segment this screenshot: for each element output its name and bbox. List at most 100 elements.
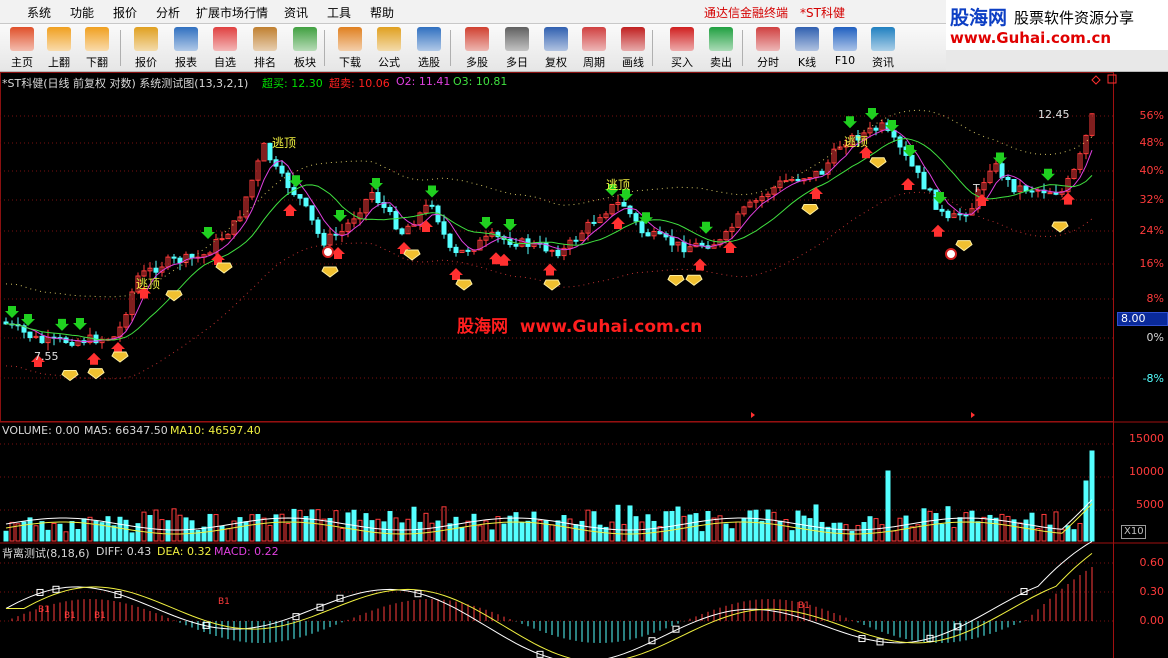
toolbar-separator	[324, 30, 325, 66]
menu-function[interactable]: 功能	[70, 4, 94, 21]
volume-bar	[339, 528, 345, 542]
volume-bar	[1071, 529, 1077, 542]
toolbar-button-label: 报表	[175, 56, 197, 69]
report-icon	[174, 27, 198, 51]
toolbar-button-label: 主页	[11, 56, 33, 69]
volume-bar	[249, 514, 255, 542]
volume-bar	[621, 523, 627, 542]
toolbar-button-label: 下翻	[86, 56, 108, 69]
volume-bar	[969, 510, 975, 542]
candle-body	[441, 221, 447, 235]
candle-body	[1011, 178, 1017, 193]
candle-body	[321, 232, 327, 246]
toolbar-button[interactable]: 卖出	[702, 26, 740, 70]
buy-arrow-icon	[809, 187, 823, 199]
tdx-terminal-window: 系统 功能 报价 分析 扩展市场行情 资讯 工具 帮助 通达信金融终端 *ST科…	[0, 0, 1168, 658]
gold-ingot-icon	[869, 157, 887, 169]
toolbar-button[interactable]: K线	[788, 26, 826, 70]
menu-system[interactable]: 系统	[27, 4, 51, 21]
toolbar-button[interactable]: F10	[826, 26, 864, 70]
toolbar-button-label: 资讯	[872, 56, 894, 69]
menu-analysis[interactable]: 分析	[156, 4, 180, 21]
volume-bar	[57, 523, 63, 542]
toolbar-button[interactable]: 上翻	[40, 26, 78, 70]
macd-axis-030: 0.30	[1139, 585, 1165, 598]
candle-body	[1005, 176, 1011, 180]
volume-bar	[675, 506, 681, 542]
sell-arrow-icon	[993, 152, 1007, 165]
sell-arrow-icon	[699, 221, 713, 234]
macd-axis-060: 0.60	[1139, 556, 1165, 569]
b1-marker: B1	[218, 597, 230, 607]
toolbar-button[interactable]: 分时	[749, 26, 787, 70]
toolbar-button[interactable]: 多股	[458, 26, 496, 70]
toolbar-button[interactable]: 自选	[206, 26, 244, 70]
volume-bar	[111, 525, 117, 542]
volume-bar	[471, 513, 477, 542]
toolbar-button[interactable]: 买入	[663, 26, 701, 70]
toolbar-button[interactable]: 报表	[167, 26, 205, 70]
candle-body	[279, 165, 285, 174]
toolbar-separator	[652, 30, 653, 66]
axis-label-56: 56%	[1139, 109, 1164, 122]
macd-dea-line	[6, 553, 1093, 658]
volume-bar	[849, 530, 855, 542]
gold-ingot-icon	[955, 240, 973, 252]
menu-quote[interactable]: 报价	[113, 4, 137, 21]
menu-extended-market[interactable]: 扩展市场行情	[196, 4, 268, 21]
escape-top-label: 逃顶	[606, 178, 631, 192]
volume-bar	[459, 526, 465, 542]
volume-axis-15000: 15000	[1129, 432, 1164, 445]
volume-bar	[129, 532, 135, 542]
volume-bar	[1053, 511, 1059, 542]
toolbar-button[interactable]: 画线	[614, 26, 652, 70]
stock-title: *ST科健	[800, 6, 845, 20]
intraday-icon	[756, 27, 780, 51]
candle-body	[573, 239, 579, 242]
toolbar-button[interactable]: 主页	[3, 26, 41, 70]
volume-bar	[831, 522, 837, 542]
volume-bar	[687, 514, 693, 542]
menu-tools[interactable]: 工具	[327, 4, 351, 21]
candle-body	[633, 213, 639, 222]
logo-url: www.Guhai.com.cn	[950, 29, 1112, 47]
toolbar-button[interactable]: 报价	[127, 26, 165, 70]
toolbar-button[interactable]: 复权	[537, 26, 575, 70]
toolbar-button-label: K线	[797, 56, 817, 69]
toolbar-button-label: 公式	[378, 56, 400, 69]
volume-bar	[453, 516, 459, 542]
candle-body	[393, 211, 399, 230]
volume-bar	[303, 516, 309, 542]
kline-icon	[795, 27, 819, 51]
sell-icon	[709, 27, 733, 51]
menu-news[interactable]: 资讯	[284, 4, 308, 21]
b1-marker: B1	[38, 605, 50, 615]
menu-help[interactable]: 帮助	[370, 4, 394, 21]
adjust-icon	[544, 27, 568, 51]
ma-short-line	[5, 128, 1093, 343]
toolbar-button[interactable]: 多日	[498, 26, 536, 70]
toolbar-button[interactable]: 周期	[575, 26, 613, 70]
volume-bar	[159, 519, 165, 542]
current-value-box: 8.00	[1117, 312, 1168, 326]
candle-body	[387, 206, 393, 213]
candle-body	[465, 249, 471, 252]
chart-area[interactable]: *ST科健(日线 前复权 对数) 系统测试图(13,3,2,1) 超买: 12.…	[0, 72, 1168, 658]
volume-bar	[237, 517, 243, 542]
toolbar-button[interactable]: 公式	[370, 26, 408, 70]
arrow-up-icon	[47, 27, 71, 51]
toolbar-button-label: 画线	[622, 56, 644, 69]
volume-bar	[705, 511, 711, 542]
toolbar-button[interactable]: 板块	[286, 26, 324, 70]
toolbar-button[interactable]: 资讯	[864, 26, 902, 70]
toolbar-button[interactable]: 排名	[246, 26, 284, 70]
toolbar-button[interactable]: 选股	[410, 26, 448, 70]
indicator-o2: O2: 11.41	[396, 75, 451, 88]
clock-icon	[505, 27, 529, 51]
volume-bar	[975, 521, 981, 542]
gold-ingot-icon	[685, 274, 703, 286]
volume-bar	[1023, 519, 1029, 542]
kline-chart-svg[interactable]	[0, 72, 1168, 658]
toolbar-button[interactable]: 下翻	[78, 26, 116, 70]
toolbar-button[interactable]: 下载	[331, 26, 369, 70]
